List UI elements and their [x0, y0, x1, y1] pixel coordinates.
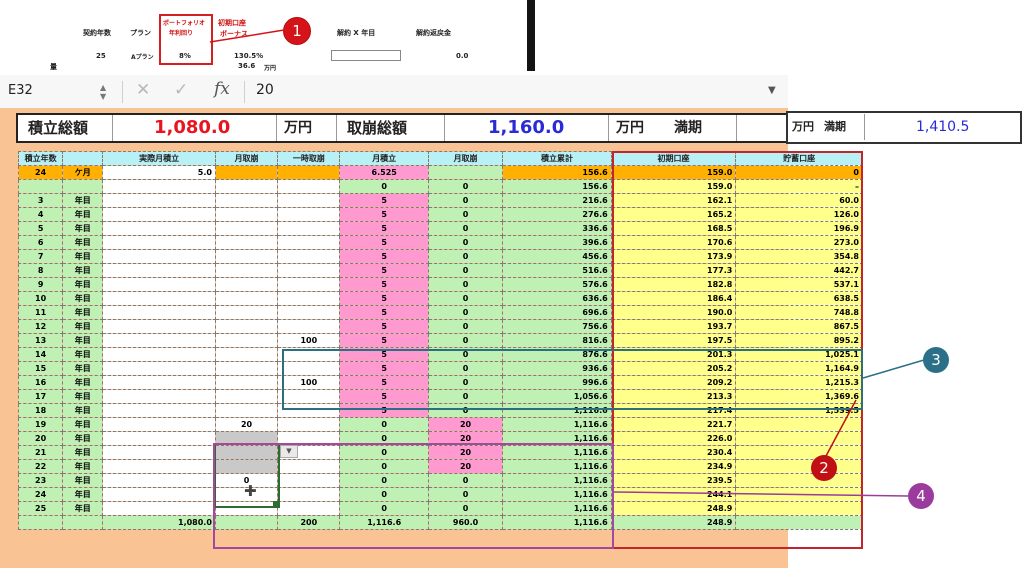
leader-line-2: [825, 399, 857, 457]
annotation-badge-3: 3: [923, 347, 949, 373]
leader-line-1: [209, 29, 285, 43]
leader-line-4: [613, 491, 909, 497]
annotation-badge-2: 2: [811, 455, 837, 481]
annotation-badge-4: 4: [908, 483, 934, 509]
leader-line-3: [862, 359, 925, 379]
annotation-leader-lines: [209, 29, 925, 497]
